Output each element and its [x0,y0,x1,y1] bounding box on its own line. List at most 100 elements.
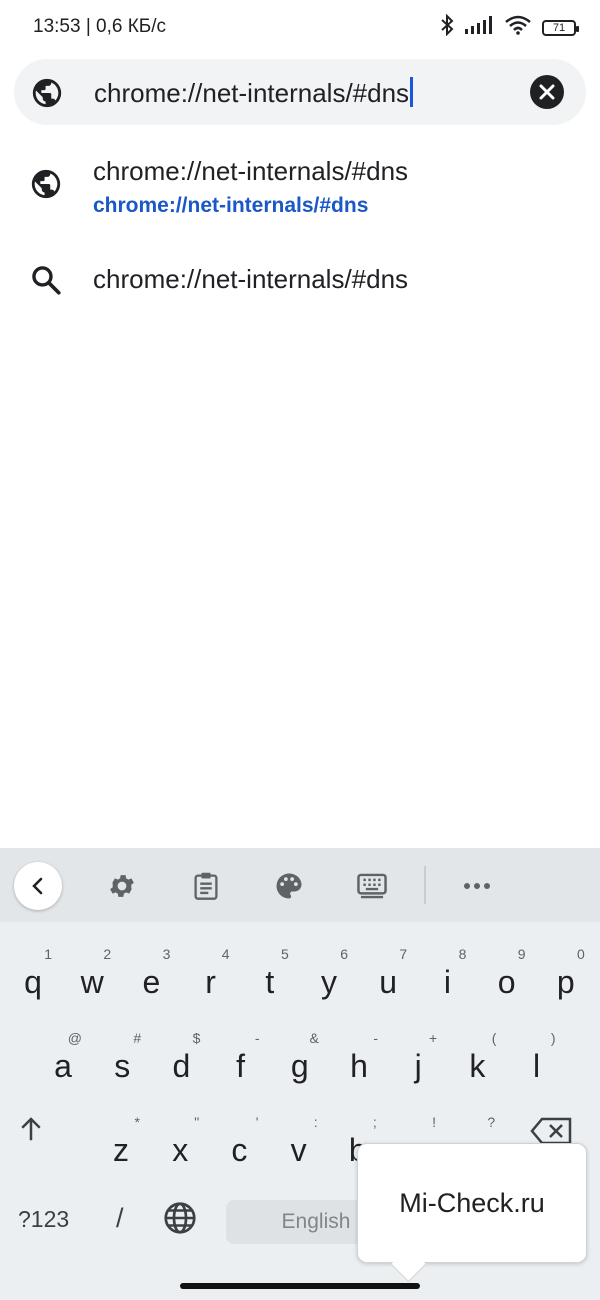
wifi-icon [504,15,532,40]
key-label: i [443,964,451,1000]
key-h[interactable]: -h [330,1020,388,1100]
key-label: j [414,1048,422,1084]
key-l[interactable]: ) l [508,1020,566,1100]
key-hint: ! [432,1114,436,1130]
key-hint: + [429,1030,438,1046]
key-i[interactable]: 8i [418,936,476,1016]
text-cursor [410,77,414,107]
address-bar[interactable]: chrome://net-internals/#dns [14,59,586,125]
key-label: p [556,964,575,1000]
clear-button[interactable] [530,75,564,109]
keyboard-icon[interactable] [354,868,390,904]
key-label: t [265,964,275,1000]
slash-key[interactable]: / [116,1203,124,1234]
key-hint: 0 [577,946,585,962]
key-label: e [142,964,161,1000]
key-label: g [290,1048,309,1084]
key-d[interactable]: $ d [152,1020,210,1100]
status-icons: 71 [440,13,579,41]
back-icon[interactable] [14,862,62,910]
key-label: h [350,1048,368,1084]
search-icon [29,263,63,302]
shift-icon [21,1117,41,1141]
key-c[interactable]: ' c [210,1104,268,1184]
suggestion-item-url[interactable]: chrome://net-internals/#dns chrome://net… [0,150,600,230]
key-hint: @ [67,1030,82,1046]
bluetooth-icon [440,13,454,41]
suggestion-title: chrome://net-internals/#dns [93,264,409,294]
key-w[interactable]: 2w [63,936,121,1016]
keyboard-toolbar [0,848,600,922]
key-j[interactable]: + j [389,1020,447,1100]
key-hint: - [254,1030,260,1046]
suggestion-title: chrome://net-internals/#dns [93,156,409,186]
watermark-label: Mi-Check.ru [399,1188,545,1218]
key-hint: # [133,1030,142,1046]
key-label: f [236,1048,246,1084]
key-g[interactable]: & g [271,1020,329,1100]
key-label: w [80,964,104,1000]
watermark-callout: Mi-Check.ru [357,1143,587,1283]
key-label: u [379,964,398,1000]
key-x[interactable]: " x [151,1104,209,1184]
key-hint: 6 [340,946,348,962]
status-bar: 13:53 | 0,6 КБ/с 71 [0,0,600,56]
key-hint: - [373,1030,378,1046]
address-input[interactable]: chrome://net-internals/#dns [94,77,414,109]
key-label: z [113,1132,129,1168]
toolbar-divider [424,866,426,904]
language-key[interactable] [162,1200,198,1241]
globe-icon [164,1202,196,1234]
key-a[interactable]: @ a [34,1020,92,1100]
key-p[interactable]: 0p [537,936,595,1016]
suggestion-item-search[interactable]: chrome://net-internals/#dns [0,250,600,310]
key-hint: ; [372,1114,377,1130]
key-label: a [54,1048,72,1084]
clipboard-icon[interactable] [188,868,224,904]
key-hint: ? [487,1114,496,1130]
key-hint: " [194,1114,200,1130]
key-hint: 5 [281,946,289,962]
key-s[interactable]: # s [93,1020,151,1100]
key-label: y [321,964,337,1000]
key-u[interactable]: 7u [359,936,417,1016]
key-label: v [290,1132,307,1168]
key-hint: 2 [103,946,112,962]
key-hint: ( [491,1030,497,1046]
key-q[interactable]: 1q [4,936,62,1016]
suggestion-url: chrome://net-internals/#dns [93,194,369,217]
key-label: d [172,1048,191,1084]
key-hint: 3 [162,946,171,962]
key-hint: 9 [517,946,526,962]
key-r[interactable]: 4r [182,936,240,1016]
address-text: chrome://net-internals/#dns [94,78,410,108]
globe-icon [29,167,63,206]
settings-icon[interactable] [104,868,140,904]
battery-icon: 71 [542,19,579,36]
more-icon[interactable] [459,868,495,904]
key-hint: & [309,1030,319,1046]
theme-icon[interactable] [271,868,307,904]
shift-key[interactable] [16,1114,46,1149]
battery-level: 71 [552,21,566,34]
key-t[interactable]: 5t [241,936,299,1016]
key-hint: : [313,1114,318,1130]
key-hint: 1 [44,946,52,962]
key-hint: $ [192,1030,201,1046]
key-z[interactable]: * z [92,1104,150,1184]
globe-icon [30,76,64,115]
key-label: c [231,1132,248,1168]
key-k[interactable]: (k [448,1020,506,1100]
symbols-key[interactable]: ?123 [18,1206,69,1233]
status-time: 13:53 | 0,6 КБ/с [33,16,167,37]
key-label: s [114,1048,131,1084]
key-e[interactable]: 3e [122,936,180,1016]
key-f[interactable]: -f [212,1020,270,1100]
home-indicator[interactable] [180,1283,420,1289]
key-hint: ) [550,1030,556,1046]
key-o[interactable]: 9o [478,936,536,1016]
key-v[interactable]: :v [270,1104,328,1184]
key-hint: 4 [221,946,230,962]
key-y[interactable]: 6y [300,936,358,1016]
key-label: l [533,1048,541,1084]
